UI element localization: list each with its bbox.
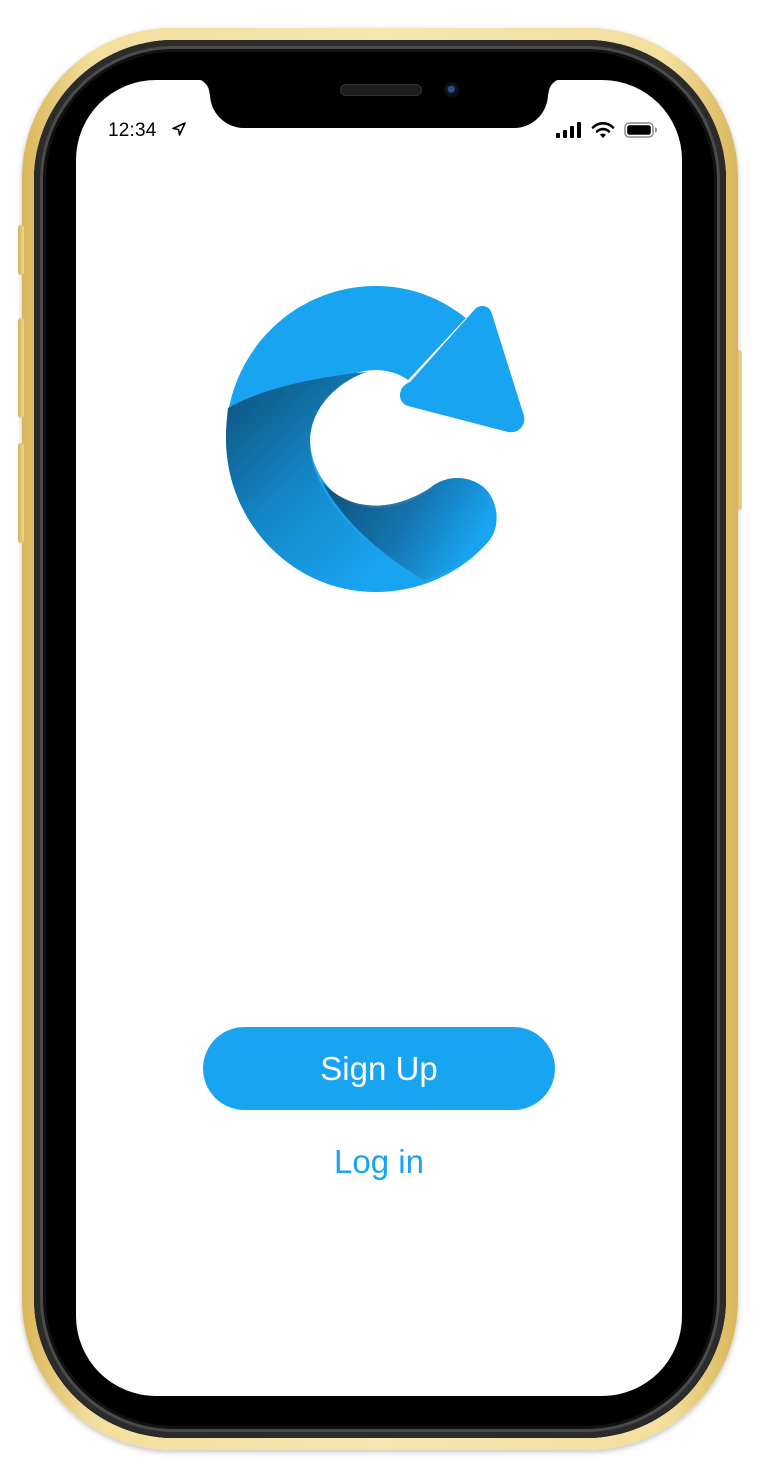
status-icons [556, 121, 658, 139]
volume-down-button [18, 443, 24, 543]
status-time: 12:34 [108, 120, 157, 141]
wifi-icon [591, 122, 615, 138]
device-notch [194, 80, 564, 128]
login-link[interactable]: Log in [254, 1140, 504, 1184]
battery-icon [624, 122, 657, 138]
power-button [736, 350, 742, 510]
mute-switch [18, 225, 24, 275]
earpiece-speaker [340, 84, 422, 96]
volume-up-button [18, 318, 24, 418]
refresh-arrow-logo [226, 286, 525, 592]
location-arrow-icon [172, 122, 186, 136]
cellular-signal-icon [556, 122, 581, 138]
app-screen: 12:34 Sign Up Log in [76, 80, 682, 1396]
signup-button[interactable]: Sign Up [203, 1027, 555, 1110]
front-camera [444, 82, 460, 98]
